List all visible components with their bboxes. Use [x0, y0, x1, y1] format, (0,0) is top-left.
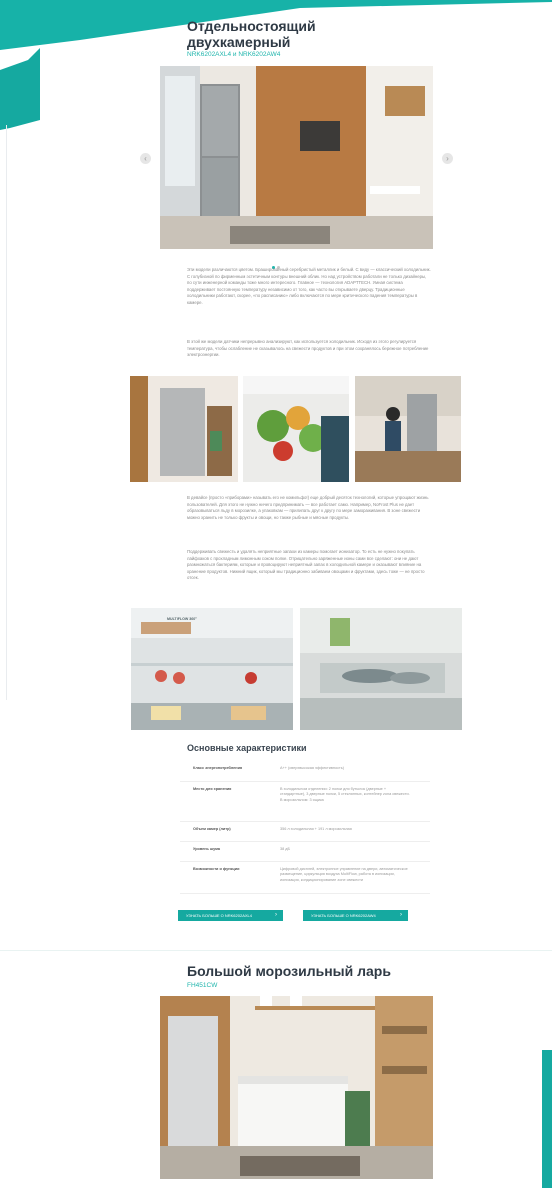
section-subtitle: FH451CW: [187, 982, 218, 989]
section-title: Отдельностоящий двухкамерный: [187, 18, 316, 50]
spec-value: A++ (сверхвысокая эффективность): [280, 766, 344, 770]
spec-row: Возможности и функции Цифровой дисплей, …: [180, 863, 430, 894]
carousel-image-fridge-kitchen: [160, 66, 433, 249]
photo-vegetables: [243, 376, 349, 482]
photo-fridge-shelf: [130, 376, 238, 482]
spec-row: Уровень шума 38 дБ: [180, 843, 430, 862]
spec-value: В холодильном отделении: 2 полки для бут…: [280, 787, 410, 802]
spec-row: Класс энергопотребления A++ (сверхвысока…: [180, 762, 430, 782]
paragraph: Эти модели различаются цветом. Браширова…: [187, 267, 431, 305]
spec-value: 38 дБ: [280, 847, 290, 851]
spec-row: Объем камер (литр) 356 л холодильная + 1…: [180, 823, 430, 842]
carousel-prev-button[interactable]: ‹: [140, 153, 151, 164]
carousel-next-button[interactable]: ›: [442, 153, 453, 164]
spec-label: Место для хранения: [193, 787, 232, 791]
spec-label: Объем камер (литр): [193, 827, 231, 831]
spec-label: Уровень шума: [193, 847, 221, 851]
paragraph: В девайсе (просто «приборами» называть е…: [187, 495, 429, 520]
left-decoration: [0, 48, 40, 700]
photo-chest-freezer: [160, 996, 433, 1179]
button-label: УЗНАТЬ БОЛЬШЕ О NRK6202AXL4: [186, 913, 252, 918]
chevron-right-icon: ›: [275, 912, 277, 918]
right-decoration: [542, 1050, 552, 1188]
spec-value: Цифровой дисплей, электронное управление…: [280, 867, 408, 882]
photo-fridge-interior-bottles: [131, 608, 293, 730]
chevron-right-icon: ›: [400, 912, 402, 918]
section-title: Большой морозильный ларь: [187, 963, 391, 979]
paragraph: Поддерживать свежесть и удалять неприятн…: [187, 549, 425, 581]
spec-label: Класс энергопотребления: [193, 766, 243, 770]
spec-row: Место для хранения В холодильном отделен…: [180, 783, 430, 822]
spec-value: 356 л холодильная + 191 л морозильная: [280, 827, 352, 831]
paragraph: В этой же модели датчики непрерывно анал…: [187, 339, 429, 358]
learn-more-button-2[interactable]: УЗНАТЬ БОЛЬШЕ О NRK6202AW4 ›: [303, 910, 408, 921]
section-divider: [0, 950, 552, 951]
learn-more-button-1[interactable]: УЗНАТЬ БОЛЬШЕ О NRK6202AXL4 ›: [178, 910, 283, 921]
photo-man-kitchen: [355, 376, 461, 482]
spec-label: Возможности и функции: [193, 867, 240, 871]
photo-fridge-interior-fish: [300, 608, 462, 730]
section-subtitle: NRK6202AXL4 и NRK6202AW4: [187, 51, 281, 58]
multiflow-label: MULTIFLOW 360°: [167, 617, 197, 621]
button-label: УЗНАТЬ БОЛЬШЕ О NRK6202AW4: [311, 913, 376, 918]
specs-title: Основные характеристики: [187, 743, 307, 753]
